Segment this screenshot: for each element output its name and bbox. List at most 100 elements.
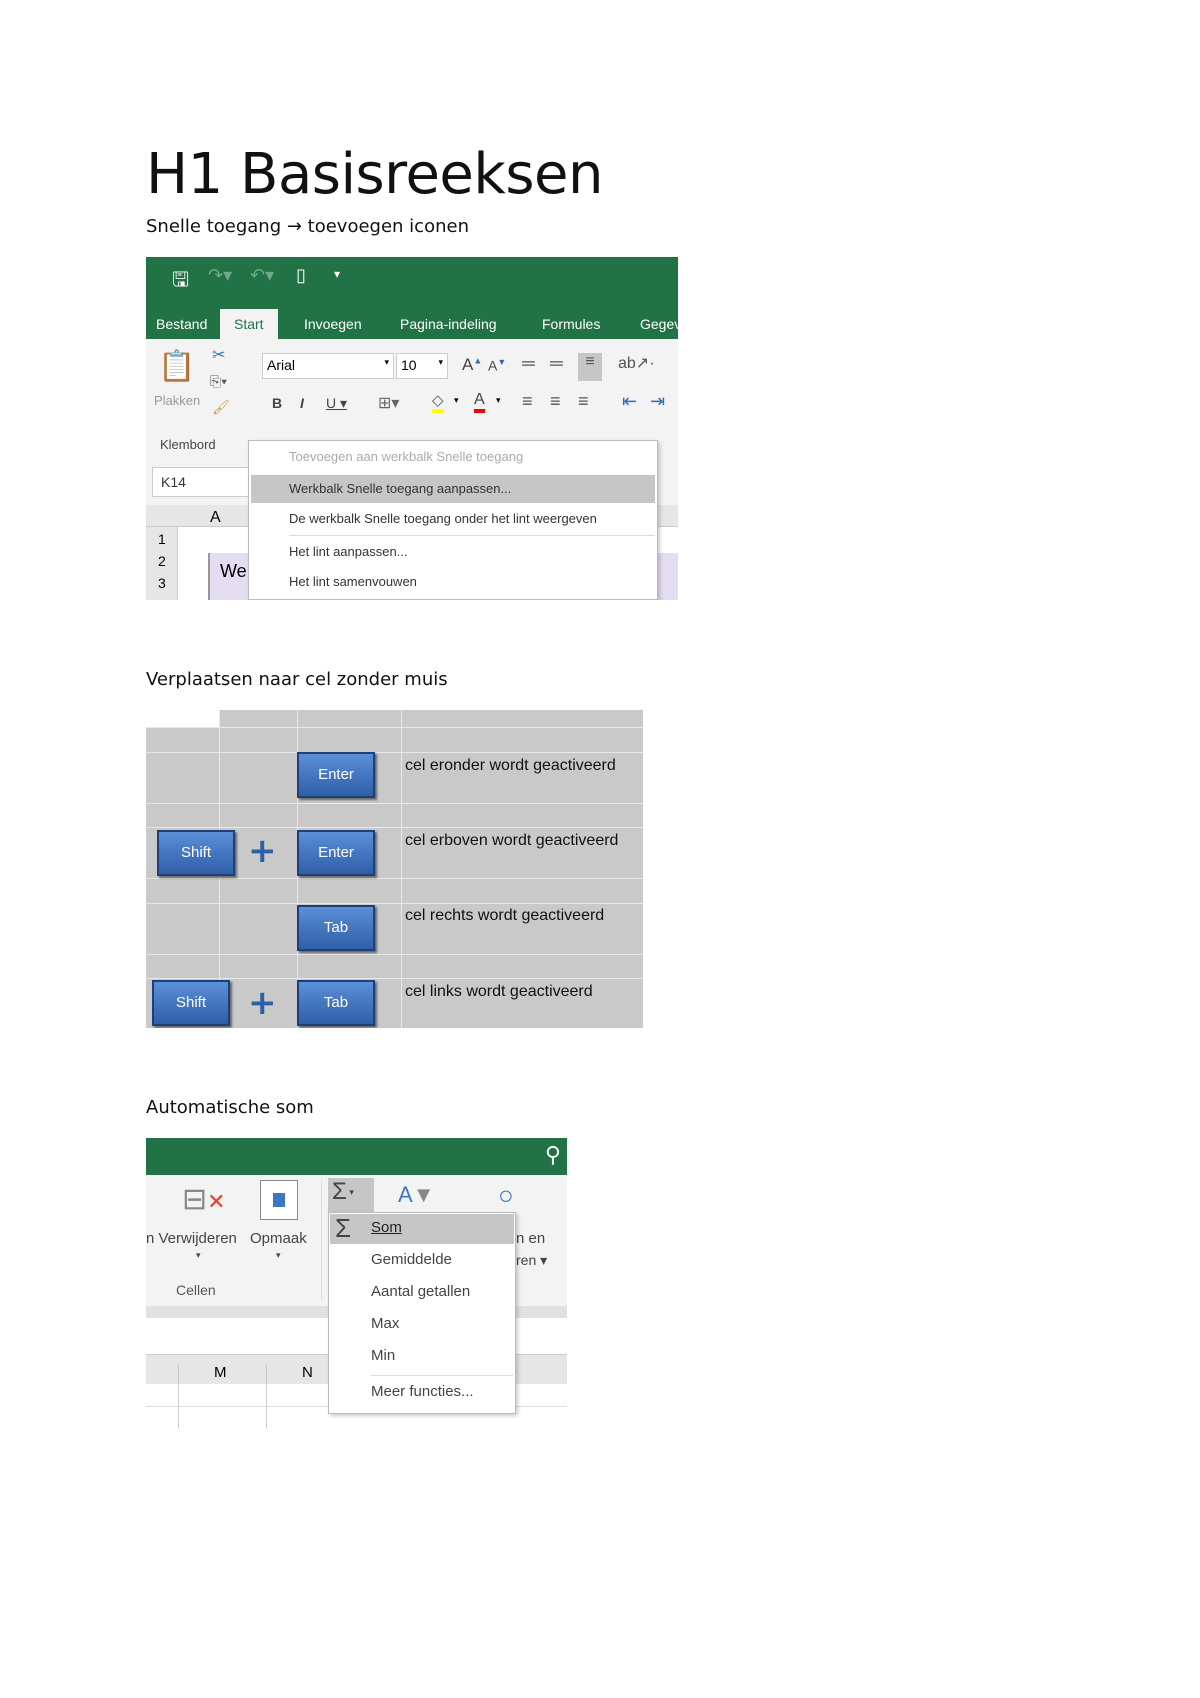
row-header-2[interactable]: 2 xyxy=(158,553,166,569)
shift-tab-description: cel links wordt geactiveerd xyxy=(405,983,593,1000)
font-color-dropdown-icon[interactable]: ▾ xyxy=(496,395,501,406)
find-select-label-2[interactable]: ren ▾ xyxy=(516,1252,547,1269)
title-bar: ⚲ xyxy=(146,1138,567,1175)
save-icon[interactable]: 🖫 xyxy=(172,265,189,299)
title-bar: 🖫 ↷▾ ↶▾ ▯ ▾ Bestand Start Invoegen Pagin… xyxy=(146,257,678,339)
tab-start[interactable]: Start xyxy=(220,309,278,339)
align-center-icon[interactable]: ≡ xyxy=(550,391,561,412)
section-heading-autosum: Automatische som xyxy=(146,1097,314,1118)
menu-item-min[interactable]: Min xyxy=(371,1347,395,1364)
grow-font-icon[interactable]: A▲ xyxy=(462,355,482,375)
cells-group-label: Cellen xyxy=(176,1282,216,1298)
group-separator xyxy=(321,1180,322,1300)
font-name-select[interactable]: Arial ▾ xyxy=(262,353,394,379)
autosum-menu: Σ Som Gemiddelde Aantal getallen Max Min… xyxy=(328,1212,516,1414)
menu-item-customize-quick-access[interactable]: Werkbalk Snelle toegang aanpassen... xyxy=(289,481,511,496)
decrease-indent-icon[interactable]: ⇤ xyxy=(622,391,637,412)
undo-icon[interactable]: ↶▾ xyxy=(250,265,274,286)
bold-icon[interactable]: B xyxy=(272,395,282,411)
plus-icon: + xyxy=(248,983,277,1023)
cut-icon[interactable]: ✂ xyxy=(212,345,225,365)
delete-dropdown-icon[interactable]: ▾ xyxy=(196,1250,201,1261)
quick-access-context-menu: Toevoegen aan werkbalk Snelle toegang We… xyxy=(248,440,658,600)
menu-item-som[interactable]: Som xyxy=(371,1219,402,1236)
font-name-value: Arial xyxy=(267,357,296,373)
text-box-content: We xyxy=(220,561,247,581)
tab-pagina-indeling[interactable]: Pagina-indeling xyxy=(400,309,497,339)
share-user-icon[interactable]: ⚲ xyxy=(545,1142,561,1168)
sort-filter-icon[interactable]: A▼ xyxy=(398,1182,434,1208)
section-heading-quick-access: Snelle toegang → toevoegen iconen xyxy=(146,216,469,237)
format-label[interactable]: Opmaak xyxy=(250,1230,307,1247)
shift-key: Shift xyxy=(152,980,230,1026)
keyboard-navigation-screenshot: Enter cel eronder wordt geactiveerd Shif… xyxy=(146,710,643,1028)
italic-icon[interactable]: I xyxy=(300,395,304,411)
shift-key: Shift xyxy=(157,830,235,876)
row-header-1[interactable]: 1 xyxy=(158,531,166,547)
tab-gegevens[interactable]: Gegev xyxy=(640,309,678,339)
tab-invoegen[interactable]: Invoegen xyxy=(304,309,362,339)
clipboard-icon[interactable]: ▯ xyxy=(296,265,306,286)
menu-item-aantal-getallen[interactable]: Aantal getallen xyxy=(371,1283,470,1300)
plus-icon: + xyxy=(248,831,277,871)
column-header-m[interactable]: M xyxy=(214,1364,227,1381)
menu-item-add-to-quick-access[interactable]: Toevoegen aan werkbalk Snelle toegang xyxy=(289,449,523,464)
enter-key: Enter xyxy=(297,752,375,798)
menu-item-max[interactable]: Max xyxy=(371,1315,399,1332)
orientation-icon[interactable]: ab↗· xyxy=(618,353,655,373)
tab-key: Tab xyxy=(297,980,375,1026)
format-cells-icon[interactable] xyxy=(260,1180,298,1220)
column-header-n[interactable]: N xyxy=(302,1364,313,1381)
menu-item-show-below-ribbon[interactable]: De werkbalk Snelle toegang onder het lin… xyxy=(289,511,597,526)
align-left-icon[interactable]: ≡ xyxy=(522,391,533,412)
font-color-icon[interactable]: A xyxy=(474,391,485,413)
delete-cells-icon[interactable]: ⊟✕ xyxy=(182,1182,226,1217)
delete-label[interactable]: n Verwijderen xyxy=(146,1230,237,1247)
excel-quick-access-screenshot: 🖫 ↷▾ ↶▾ ▯ ▾ Bestand Start Invoegen Pagin… xyxy=(146,257,678,600)
clipboard-group-label: Klembord xyxy=(160,437,216,452)
fill-color-icon[interactable]: ◇ xyxy=(432,391,444,413)
align-right-icon[interactable]: ≡ xyxy=(578,391,589,412)
format-dropdown-icon[interactable]: ▾ xyxy=(276,1250,281,1261)
enter-key: Enter xyxy=(297,830,375,876)
paste-label[interactable]: Plakken xyxy=(154,393,200,408)
fill-dropdown-icon[interactable]: ▾ xyxy=(454,395,459,406)
menu-separator xyxy=(371,1375,513,1376)
menu-item-meer-functies[interactable]: Meer functies... xyxy=(371,1383,474,1400)
redo-icon[interactable]: ↷▾ xyxy=(208,265,232,286)
menu-item-collapse-ribbon[interactable]: Het lint samenvouwen xyxy=(289,574,417,589)
tab-formules[interactable]: Formules xyxy=(542,309,600,339)
align-bottom-icon[interactable]: ≡ xyxy=(578,353,602,381)
increase-indent-icon[interactable]: ⇥ xyxy=(650,391,665,412)
shift-enter-description: cel erboven wordt geactiveerd xyxy=(405,832,619,849)
tab-description: cel rechts wordt geactiveerd xyxy=(405,907,605,924)
tab-key: Tab xyxy=(297,905,375,951)
menu-item-highlight xyxy=(330,1214,514,1244)
enter-description: cel eronder wordt geactiveerd xyxy=(405,757,616,774)
align-middle-icon[interactable]: ═ xyxy=(550,353,563,374)
copy-icon[interactable]: ⎘▾ xyxy=(210,373,227,390)
name-box[interactable]: K14 xyxy=(152,467,252,497)
find-select-label-1[interactable]: n en xyxy=(516,1230,545,1247)
font-size-select[interactable]: 10 ▾ xyxy=(396,353,448,379)
page-title: H1 Basisreeksen xyxy=(146,142,603,207)
paste-icon[interactable]: 📋 xyxy=(158,349,195,384)
menu-item-customize-ribbon[interactable]: Het lint aanpassen... xyxy=(289,544,408,559)
column-header-a[interactable]: A xyxy=(210,509,221,527)
row-header-3[interactable]: 3 xyxy=(158,575,166,591)
format-painter-icon[interactable]: 🖌 xyxy=(212,399,230,416)
section-heading-navigation: Verplaatsen naar cel zonder muis xyxy=(146,669,448,690)
borders-icon[interactable]: ⊞▾ xyxy=(378,393,399,413)
menu-separator xyxy=(289,535,655,536)
autosum-button[interactable]: Σ ▾ xyxy=(328,1178,374,1212)
shrink-font-icon[interactable]: A▼ xyxy=(488,357,506,374)
corner-cell xyxy=(146,710,219,727)
customize-dropdown-icon[interactable]: ▾ xyxy=(334,267,340,281)
align-top-icon[interactable]: ═ xyxy=(522,353,535,374)
underline-icon[interactable]: U ▾ xyxy=(326,395,347,412)
tab-bestand[interactable]: Bestand xyxy=(156,309,207,339)
sigma-icon: Σ xyxy=(335,1213,352,1243)
find-select-icon[interactable]: ○ xyxy=(498,1180,514,1211)
menu-item-gemiddelde[interactable]: Gemiddelde xyxy=(371,1251,452,1268)
excel-autosum-screenshot: ⚲ ⊟✕ n Verwijderen ▾ Opmaak ▾ Cellen Σ ▾… xyxy=(146,1138,567,1428)
